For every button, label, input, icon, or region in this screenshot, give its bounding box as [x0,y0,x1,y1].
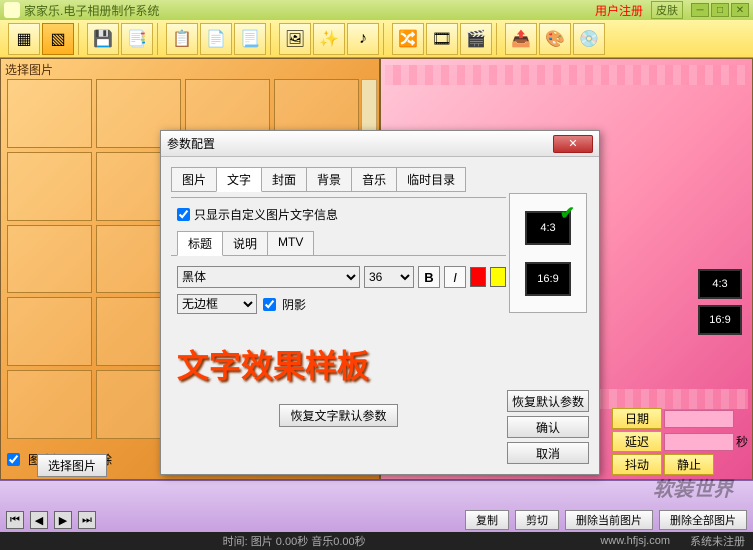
shadow-checkbox[interactable] [263,298,276,311]
app-icon [4,2,20,18]
date-button[interactable]: 日期 [612,408,662,429]
timeline: 软装世界 ⏮ ◀ ▶ ⏭ 复制 剪切 删除当前图片 删除全部图片 [0,480,753,532]
sec-label: 秒 [736,433,748,450]
tab-text[interactable]: 文字 [216,167,262,192]
thumb-slot[interactable] [7,225,92,294]
tool-save[interactable]: 💾 [87,23,119,55]
ratio-16-9-badge[interactable]: 16:9 [698,305,742,335]
tool-video[interactable]: 🎬 [460,23,492,55]
app-title: 家家乐.电子相册制作系统 [24,2,595,19]
tool-paste[interactable]: 📄 [200,23,232,55]
stop-button[interactable]: 静止 [664,454,714,475]
dialog-title-text: 参数配置 [167,135,553,152]
tool-doc[interactable]: 📃 [234,23,266,55]
tool-disc[interactable]: 💿 [573,23,605,55]
tool-transition[interactable]: 🔀 [392,23,424,55]
thumb-slot[interactable] [7,79,92,148]
timeline-first[interactable]: ⏮ [6,511,24,529]
italic-button[interactable]: I [444,266,466,288]
tool-thumb-small[interactable]: ▦ [8,23,40,55]
ratio-4-3-badge[interactable]: 4:3 [698,269,742,299]
ok-button[interactable]: 确认 [507,416,589,438]
status-url: www.hfjsj.com [600,535,670,547]
cancel-button[interactable]: 取消 [507,442,589,464]
color-red[interactable] [470,267,486,287]
main-toolbar: ▦ ▧ 💾 📑 📋 📄 📃 🖼 ✨ ♪ 🔀 🎞 🎬 📤 🎨 💿 [0,20,753,58]
tool-save-all[interactable]: 📑 [121,23,153,55]
tab-image[interactable]: 图片 [171,167,217,192]
timeline-last[interactable]: ⏭ [78,511,96,529]
tool-frame[interactable]: 🎞 [426,23,458,55]
timeline-cut-button[interactable]: 剪切 [515,510,559,530]
dialog-side-column: 4:3✔ 16:9 恢复默认参数 确认 取消 [507,193,589,464]
close-button[interactable]: ✕ [731,3,749,17]
film-strip-top [385,65,748,85]
tool-thumb-large[interactable]: ▧ [42,23,74,55]
dialog-titlebar[interactable]: 参数配置 ✕ [161,131,599,157]
restore-defaults-button[interactable]: 恢复默认参数 [507,390,589,412]
dialog-tabs: 图片 文字 封面 背景 音乐 临时目录 [171,167,506,192]
border-select[interactable]: 无边框 [177,294,257,314]
size-select[interactable]: 36 [364,266,414,288]
tool-export[interactable]: 📤 [505,23,537,55]
timeline-prev[interactable]: ◀ [30,511,48,529]
thumb-slot[interactable] [7,370,92,439]
text-preview: 文字效果样板 [177,334,500,394]
tool-image[interactable]: 🖼 [279,23,311,55]
timeline-delete-current-button[interactable]: 删除当前图片 [565,510,653,530]
shake-button[interactable]: 抖动 [612,454,662,475]
subtab-title[interactable]: 标题 [177,231,223,256]
timeline-copy-button[interactable]: 复制 [465,510,509,530]
delete-after-insert-checkbox[interactable] [7,453,20,466]
left-panel-label: 选择图片 [5,61,53,78]
status-time: 时间: 图片 0.00秒 音乐0.00秒 [8,533,580,549]
timeline-delete-all-button[interactable]: 删除全部图片 [659,510,747,530]
skin-button[interactable]: 皮肤 [651,1,683,19]
delay-button[interactable]: 延迟 [612,431,662,452]
title-bar: 家家乐.电子相册制作系统 用户注册 皮肤 ─ □ ✕ [0,0,753,20]
aspect-4-3[interactable]: 4:3✔ [525,211,571,245]
date-slot[interactable] [664,410,734,428]
color-yellow[interactable] [490,267,506,287]
font-select[interactable]: 黑体 [177,266,360,288]
thumb-slot[interactable] [7,152,92,221]
custom-text-only-checkbox[interactable] [177,208,190,221]
choose-image-button[interactable]: 选择图片 [37,454,107,477]
delay-slot[interactable] [664,433,734,451]
bold-button[interactable]: B [418,266,440,288]
check-icon: ✔ [560,203,575,224]
aspect-ratio-box: 4:3✔ 16:9 [509,193,587,313]
minimize-button[interactable]: ─ [691,3,709,17]
status-register: 系统未注册 [690,533,745,549]
register-link[interactable]: 用户注册 [595,2,643,19]
subtab-desc[interactable]: 说明 [222,231,268,256]
tab-background[interactable]: 背景 [306,167,352,192]
custom-text-only-label: 只显示自定义图片文字信息 [194,206,338,223]
shadow-label: 阴影 [282,296,306,313]
restore-text-defaults-button[interactable]: 恢复文字默认参数 [279,404,397,427]
tab-tempdir[interactable]: 临时目录 [396,167,466,192]
maximize-button[interactable]: □ [711,3,729,17]
tab-music[interactable]: 音乐 [351,167,397,192]
tool-copy[interactable]: 📋 [166,23,198,55]
status-bar: 时间: 图片 0.00秒 音乐0.00秒 www.hfjsj.com 系统未注册 [0,532,753,550]
tab-cover[interactable]: 封面 [261,167,307,192]
settings-dialog: 参数配置 ✕ 图片 文字 封面 背景 音乐 临时目录 只显示自定义图片文字信息 … [160,130,600,475]
thumb-slot[interactable] [7,297,92,366]
tool-effect[interactable]: ✨ [313,23,345,55]
right-controls: 日期 延迟 秒 抖动静止 [612,408,748,475]
subtab-mtv[interactable]: MTV [267,231,314,256]
timeline-next[interactable]: ▶ [54,511,72,529]
tool-music[interactable]: ♪ [347,23,379,55]
aspect-16-9[interactable]: 16:9 [525,262,571,296]
tool-palette[interactable]: 🎨 [539,23,571,55]
dialog-close-button[interactable]: ✕ [553,135,593,153]
watermark: 软装世界 [653,473,733,502]
